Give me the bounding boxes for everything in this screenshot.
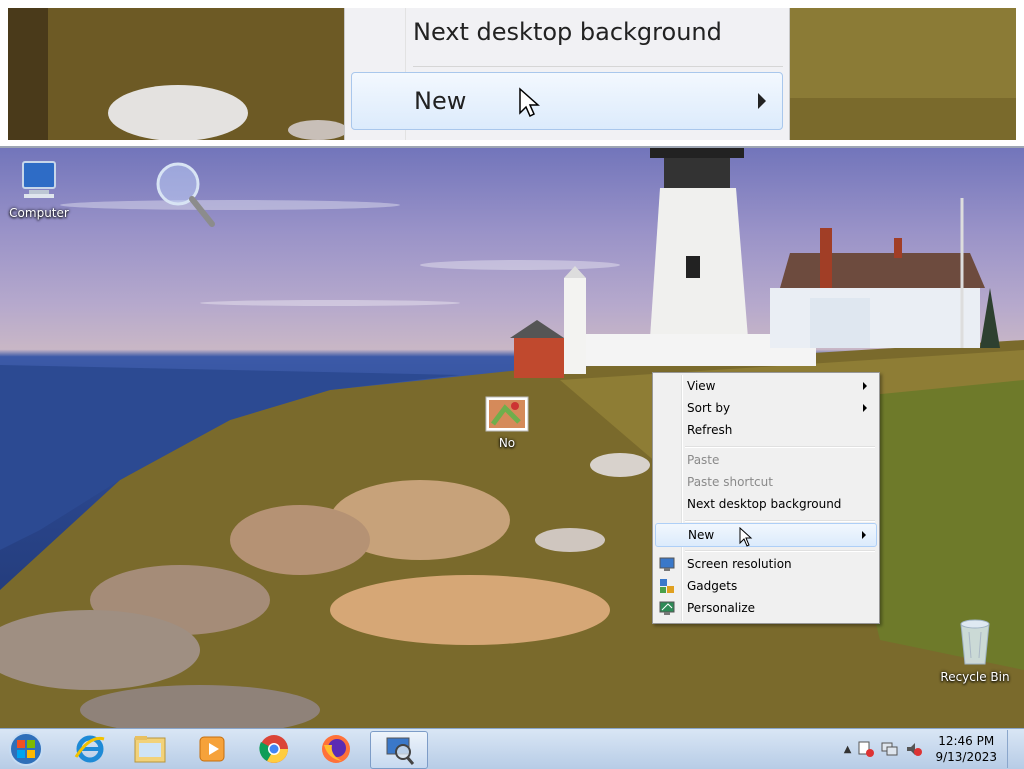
clock-time: 12:46 PM	[938, 734, 995, 748]
menu-item-paste-shortcut: Paste shortcut	[655, 471, 877, 493]
magnified-background-left	[8, 8, 344, 140]
magnified-context-menu: Next desktop background New	[344, 8, 790, 140]
chrome-icon	[259, 735, 288, 763]
menu-separator	[685, 520, 875, 522]
start-button[interactable]	[6, 730, 46, 768]
file-desktop-icon[interactable]: No	[469, 396, 545, 450]
menu-item-screen-resolution[interactable]: Screen resolution	[655, 553, 877, 575]
personalize-icon	[659, 600, 675, 616]
network-icon[interactable]	[881, 740, 899, 758]
action-center-icon[interactable]	[857, 740, 875, 758]
magnifier-icon	[386, 737, 415, 765]
magnifier-desktop-overlay[interactable]	[150, 158, 220, 233]
menu-item-sort-by-label: Sort by	[687, 401, 731, 415]
taskbar-chrome[interactable]	[246, 731, 302, 767]
display-icon	[659, 556, 675, 572]
gadgets-icon	[659, 578, 675, 594]
taskbar-magnifier[interactable]	[370, 731, 428, 769]
menu-item-next-background-label: Next desktop background	[687, 497, 842, 511]
menu-item-paste-label: Paste	[687, 453, 720, 467]
desktop-context-menu: View Sort by Refresh Paste Paste shortcu…	[652, 372, 880, 624]
magnified-background-right	[788, 8, 1016, 140]
recycle-bin-label: Recycle Bin	[940, 670, 1010, 684]
lighthouse-scene	[510, 148, 1000, 378]
computer-icon-label: Computer	[9, 206, 69, 220]
file-icon-label: No	[498, 436, 516, 450]
menu-separator	[685, 550, 875, 552]
taskbar-firefox[interactable]	[308, 731, 364, 767]
taskbar-media-player[interactable]	[184, 731, 240, 767]
media-player-icon	[199, 736, 225, 762]
internet-explorer-icon	[74, 735, 105, 763]
file-explorer-icon	[134, 736, 166, 763]
magnifier-lens-icon	[156, 162, 215, 227]
submenu-arrow-icon	[863, 382, 867, 390]
menu-item-paste-shortcut-label: Paste shortcut	[687, 475, 773, 489]
cloud	[60, 200, 400, 210]
menu-item-view[interactable]: View	[655, 375, 877, 397]
recycle-bin-desktop-icon[interactable]: Recycle Bin	[937, 618, 1013, 684]
system-tray: ▲ 12:46 PM 9/13/2023	[844, 729, 1018, 769]
mouse-cursor-icon	[739, 527, 753, 547]
magnified-menu-item-new: New	[351, 72, 783, 130]
menu-item-view-label: View	[687, 379, 716, 393]
clock[interactable]: 12:46 PM 9/13/2023	[935, 733, 997, 765]
menu-item-new[interactable]: New	[655, 523, 877, 547]
cloud	[200, 300, 460, 306]
taskbar-file-explorer[interactable]	[122, 731, 178, 767]
magnified-new-label: New	[414, 87, 467, 115]
magnified-separator	[413, 66, 783, 67]
show-desktop-button[interactable]	[1007, 730, 1018, 768]
computer-desktop-icon[interactable]: Computer	[1, 160, 77, 220]
taskbar: ▲ 12:46 PM 9/13/2023	[0, 728, 1024, 769]
menu-item-personalize[interactable]: Personalize	[655, 597, 877, 619]
menu-item-gadgets[interactable]: Gadgets	[655, 575, 877, 597]
clock-date: 9/13/2023	[935, 750, 997, 764]
show-hidden-icons-arrow-icon[interactable]: ▲	[844, 744, 852, 755]
submenu-arrow-icon	[862, 531, 866, 539]
magnified-submenu-arrow-icon	[758, 93, 766, 109]
menu-item-paste: Paste	[655, 449, 877, 471]
menu-item-new-label: New	[688, 528, 715, 542]
submenu-arrow-icon	[863, 404, 867, 412]
taskbar-internet-explorer[interactable]	[62, 731, 118, 767]
menu-item-sort-by[interactable]: Sort by	[655, 397, 877, 419]
menu-item-refresh-label: Refresh	[687, 423, 733, 437]
firefox-icon	[322, 735, 350, 763]
menu-item-next-desktop-background[interactable]: Next desktop background	[655, 493, 877, 515]
menu-item-personalize-label: Personalize	[687, 601, 756, 615]
menu-separator	[685, 446, 875, 448]
magnifier-window: Next desktop background New	[0, 0, 1024, 148]
volume-muted-icon[interactable]	[905, 740, 923, 758]
magnified-cursor-icon	[519, 87, 540, 117]
menu-item-gadgets-label: Gadgets	[687, 579, 738, 593]
magnified-view: Next desktop background New	[8, 8, 1016, 140]
recycle-bin-icon	[955, 618, 995, 666]
computer-icon	[16, 160, 62, 202]
windows-orb-icon	[9, 732, 43, 766]
picture-file-icon	[485, 396, 529, 432]
menu-item-screen-resolution-label: Screen resolution	[687, 557, 792, 571]
magnified-next-background-label: Next desktop background	[413, 18, 722, 46]
menu-item-refresh[interactable]: Refresh	[655, 419, 877, 441]
